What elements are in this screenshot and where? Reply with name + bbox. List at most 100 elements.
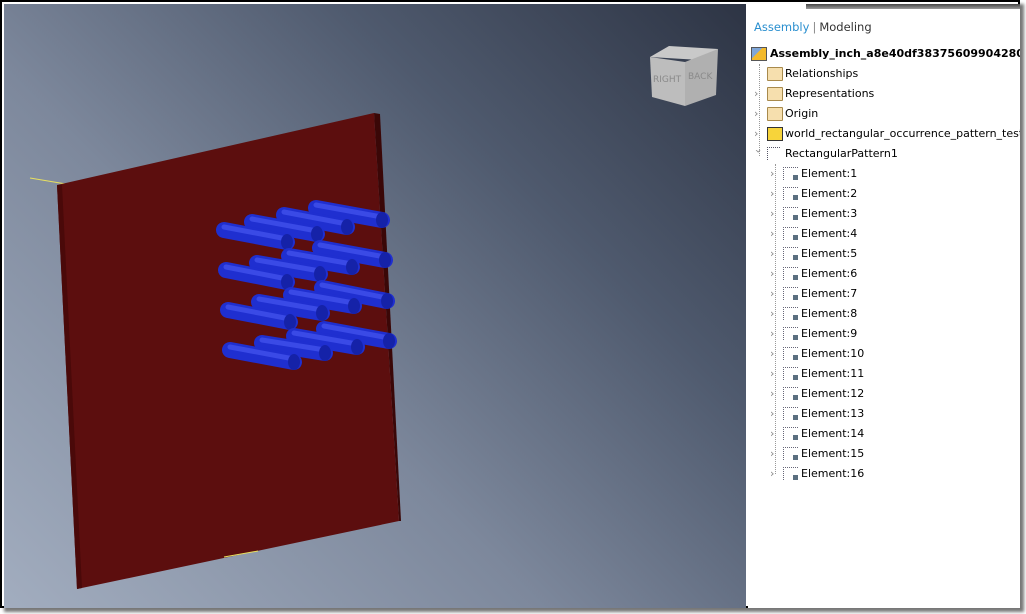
tree-node-element[interactable]: › Element:3 (748, 204, 1020, 224)
tree-node-element[interactable]: › Element:12 (748, 384, 1020, 404)
chevron-right-icon[interactable]: › (770, 424, 780, 444)
tree-node-element[interactable]: › Element:1 (748, 164, 1020, 184)
application-window: RIGHT BACK Assembly | Modeling Assembly_in… (0, 0, 1020, 608)
representations-icon (767, 87, 783, 101)
viewcube[interactable]: RIGHT BACK (650, 46, 718, 106)
chevron-right-icon[interactable]: › (754, 84, 764, 104)
tree-node-representations[interactable]: › Representations (748, 84, 1020, 104)
tree-node-element[interactable]: › Element:13 (748, 404, 1020, 424)
chevron-right-icon[interactable]: › (770, 404, 780, 424)
node-label: Element:10 (801, 347, 865, 360)
chevron-right-icon[interactable]: › (770, 284, 780, 304)
element-square (793, 175, 798, 180)
tree-node-element[interactable]: › Element:16 (748, 464, 1020, 484)
tree-node-element[interactable]: › Element:9 (748, 324, 1020, 344)
element-square (793, 475, 798, 480)
tree-node-element[interactable]: › Element:15 (748, 444, 1020, 464)
element-square (793, 255, 798, 260)
chevron-right-icon[interactable]: › (770, 464, 780, 484)
node-label: Element:4 (801, 227, 858, 240)
model-scene: RIGHT BACK (29, 46, 718, 589)
3d-viewport[interactable]: RIGHT BACK (4, 4, 746, 608)
node-label: Element:15 (801, 447, 865, 460)
chevron-right-icon[interactable]: › (770, 444, 780, 464)
chevron-right-icon[interactable]: › (770, 324, 780, 344)
tree-node-element[interactable]: › Element:6 (748, 264, 1020, 284)
chevron-right-icon[interactable]: › (770, 204, 780, 224)
pattern-element-icon (783, 427, 798, 440)
node-label: Element:2 (801, 187, 858, 200)
element-square (793, 275, 798, 280)
tree-node-part[interactable]: › world_rectangular_occurrence_pattern_t… (748, 124, 1020, 144)
element-square (793, 455, 798, 460)
tab-modeling[interactable]: Modeling (819, 20, 871, 34)
chevron-right-icon[interactable]: › (770, 344, 780, 364)
tree-node-element[interactable]: › Element:14 (748, 424, 1020, 444)
element-square (793, 415, 798, 420)
pattern-element-icon (783, 267, 798, 280)
tree-node-element[interactable]: › Element:7 (748, 284, 1020, 304)
root-label: Assembly_inch_a8e40df383756099042802c7 (770, 47, 1020, 60)
node-label: Element:13 (801, 407, 865, 420)
pattern-element-icon (783, 227, 798, 240)
tree-node-relationships[interactable]: Relationships (748, 64, 1020, 84)
chevron-right-icon[interactable]: › (770, 244, 780, 264)
pattern-element-icon (783, 367, 798, 380)
node-label: Element:7 (801, 287, 858, 300)
node-label: Element:16 (801, 467, 865, 480)
tab-assembly[interactable]: Assembly (754, 20, 809, 34)
tree-node-origin[interactable]: › Origin (748, 104, 1020, 124)
element-square (793, 295, 798, 300)
element-square (793, 395, 798, 400)
pattern-icon (767, 147, 780, 160)
element-square (793, 215, 798, 220)
pattern-element-icon (783, 387, 798, 400)
pattern-element-icon (783, 207, 798, 220)
chevron-right-icon[interactable]: › (770, 184, 780, 204)
pattern-element-icon (783, 467, 798, 480)
panel-title-bar (806, 4, 1020, 9)
tree-node-element[interactable]: › Element:8 (748, 304, 1020, 324)
node-label: Relationships (785, 67, 859, 80)
element-square (793, 195, 798, 200)
chevron-right-icon[interactable]: › (770, 384, 780, 404)
tree-node-element[interactable]: › Element:5 (748, 244, 1020, 264)
element-square (793, 355, 798, 360)
pattern-element-icon (783, 307, 798, 320)
viewcube-face-right[interactable]: RIGHT (653, 75, 682, 85)
node-label: Element:11 (801, 367, 865, 380)
node-label: Element:9 (801, 327, 858, 340)
chevron-right-icon[interactable]: › (770, 304, 780, 324)
tree-node-element[interactable]: › Element:11 (748, 364, 1020, 384)
node-label: Representations (785, 87, 875, 100)
node-label: Origin (785, 107, 819, 120)
chevron-right-icon[interactable]: › (770, 164, 780, 184)
chevron-right-icon[interactable]: › (770, 264, 780, 284)
pattern-element-icon (783, 247, 798, 260)
chevron-right-icon[interactable]: › (754, 104, 764, 124)
chevron-down-icon[interactable]: › (748, 149, 768, 159)
node-label: Element:1 (801, 167, 858, 180)
node-label: RectangularPattern1 (785, 147, 898, 160)
tree-node-element[interactable]: › Element:4 (748, 224, 1020, 244)
chevron-right-icon[interactable]: › (754, 124, 764, 144)
node-label: Element:3 (801, 207, 858, 220)
pattern-element-icon (783, 447, 798, 460)
pattern-element-icon (783, 287, 798, 300)
node-label: Element:14 (801, 427, 865, 440)
folder-icon (767, 107, 783, 121)
pattern-element-icon (783, 407, 798, 420)
tree-node-rectangular-pattern[interactable]: › RectangularPattern1 (748, 144, 1020, 164)
tree-node-element[interactable]: › Element:2 (748, 184, 1020, 204)
chevron-right-icon[interactable]: › (770, 364, 780, 384)
node-label: Element:5 (801, 247, 858, 260)
tree-node-element[interactable]: › Element:10 (748, 344, 1020, 364)
assembly-icon (751, 47, 767, 61)
node-label: Element:8 (801, 307, 858, 320)
chevron-right-icon[interactable]: › (770, 224, 780, 244)
element-square (793, 315, 798, 320)
element-square (793, 235, 798, 240)
part-icon (767, 127, 783, 141)
element-square (793, 375, 798, 380)
viewcube-face-back[interactable]: BACK (688, 72, 713, 82)
